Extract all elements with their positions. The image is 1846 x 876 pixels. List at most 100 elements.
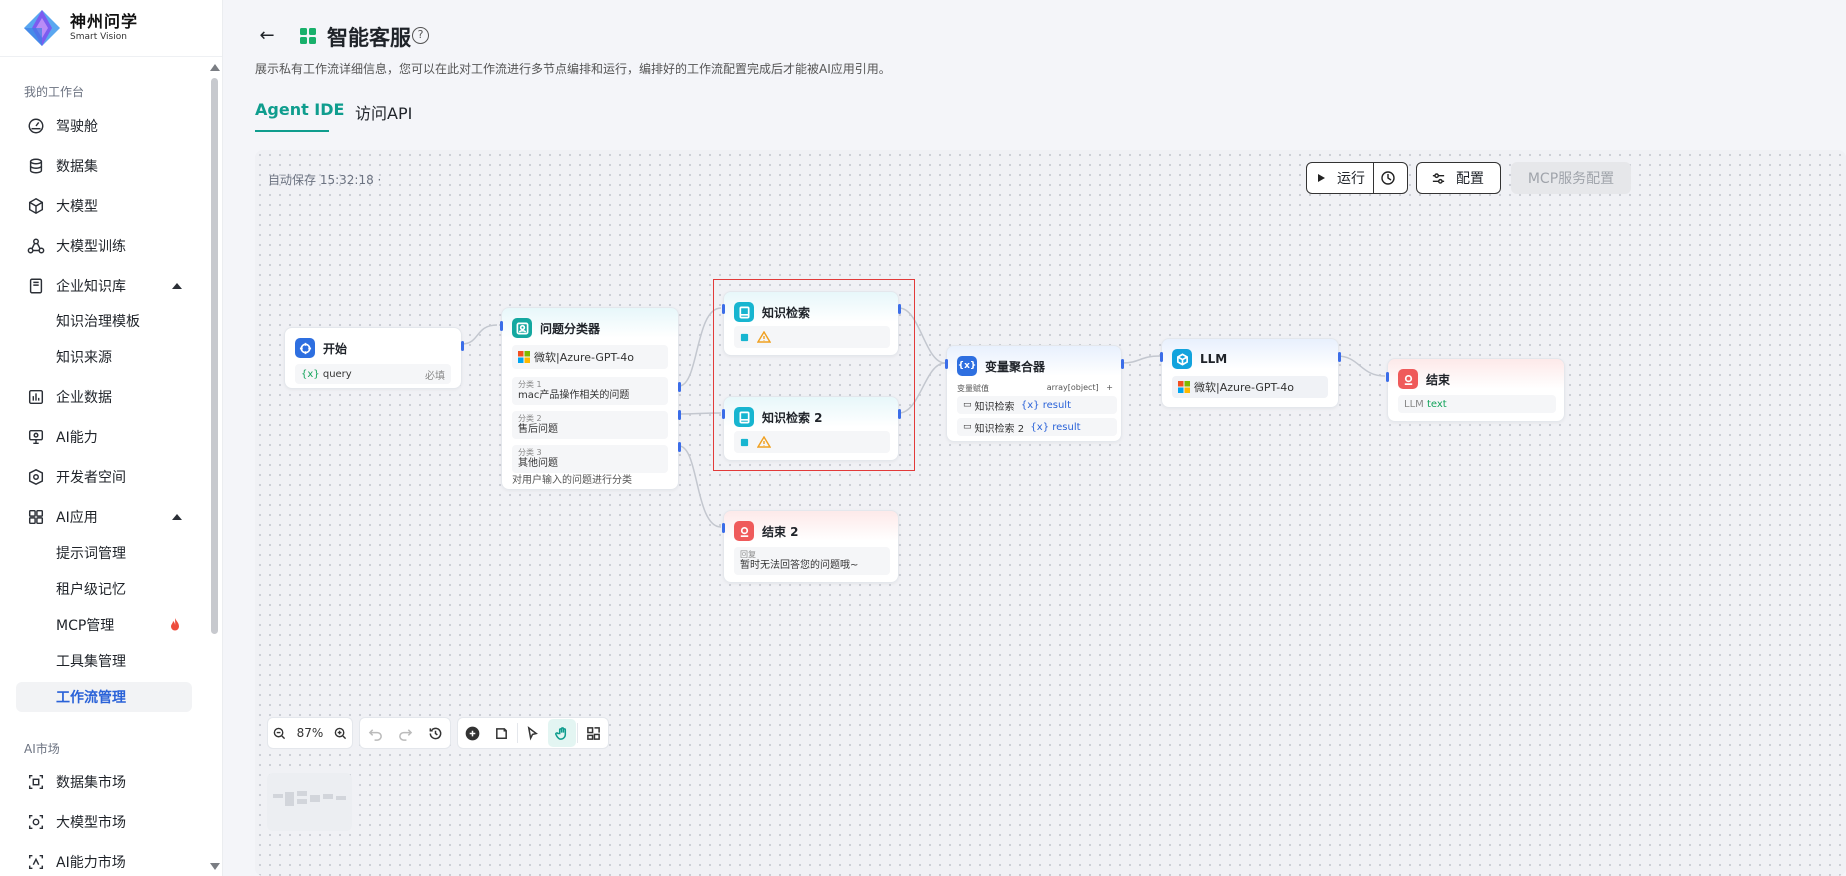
- sidebar-item-model-market[interactable]: 大模型市场: [16, 806, 192, 838]
- tab-agent-ide[interactable]: Agent IDE: [255, 100, 344, 119]
- section-title-market: AI市场: [24, 742, 60, 756]
- class-text: 其他问题: [518, 457, 558, 469]
- pointer-icon[interactable]: [519, 719, 547, 747]
- node-classifier[interactable]: 问题分类器 微软|Azure-GPT-4o 分类 1 mac产品操作相关的问题 分…: [500, 307, 681, 490]
- sidebar-item-toolset[interactable]: 工具集管理: [16, 646, 192, 676]
- sidebar-item-llm-training[interactable]: 大模型训练: [16, 230, 192, 262]
- required-tag: 必填: [425, 370, 445, 382]
- workflow-canvas[interactable]: 自动保存 15:32:18 · 运行 配置 MCP服务配置 开始 {x} que…: [255, 150, 1846, 876]
- variable-icon: {x}: [301, 368, 320, 380]
- monitor-icon: [26, 427, 46, 447]
- zoom-level[interactable]: 87%: [297, 726, 324, 740]
- node-end[interactable]: 结束 LLM text: [1386, 358, 1565, 422]
- sidebar-item-ai-apps[interactable]: AI应用: [16, 501, 192, 533]
- input-port[interactable]: [500, 321, 503, 331]
- cube-icon: [26, 196, 46, 216]
- sidebar-item-ai-market[interactable]: AI能力市场: [16, 846, 192, 876]
- apps-icon: [26, 507, 46, 527]
- input-port[interactable]: [945, 359, 948, 369]
- node-title: 变量聚合器: [985, 359, 1046, 374]
- toolbar-divider: [516, 723, 518, 743]
- back-arrow-icon[interactable]: ←: [255, 24, 279, 48]
- sidebar-item-knowledge[interactable]: 企业知识库: [16, 270, 192, 302]
- sidebar-item-knowledge-source[interactable]: 知识来源: [16, 342, 192, 372]
- node-title: LLM: [1200, 352, 1228, 366]
- variable-icon: {x}: [957, 356, 977, 376]
- redo-icon[interactable]: [391, 719, 419, 747]
- reply-label: 回复: [740, 549, 756, 559]
- agg-var: result: [1042, 399, 1072, 411]
- sidebar-item-label: AI能力市场: [56, 855, 126, 871]
- sidebar-item-label: 驾驶舱: [56, 119, 98, 135]
- fire-icon: [171, 618, 179, 631]
- output-port[interactable]: [678, 382, 681, 392]
- brand-logo[interactable]: 神州问学 Smart Vision: [22, 8, 138, 48]
- input-port[interactable]: [1160, 352, 1163, 362]
- output-port[interactable]: [1338, 352, 1341, 362]
- end-flag-icon: [1398, 369, 1418, 389]
- users-icon: [512, 318, 532, 338]
- node-title: 结束 2: [762, 524, 799, 539]
- sidebar-item-governance-template[interactable]: 知识治理模板: [16, 306, 192, 336]
- var-name: query: [322, 368, 352, 380]
- assign-label: 变量赋值: [957, 384, 989, 393]
- input-port[interactable]: [1386, 372, 1389, 382]
- sidebar-item-label: 企业知识库: [56, 279, 126, 295]
- auto-layout-icon[interactable]: [579, 719, 607, 747]
- zoom-out-icon[interactable]: [273, 727, 286, 740]
- reply-text: 暂时无法回答您的问题哦~: [740, 559, 859, 571]
- history-icon[interactable]: [421, 719, 449, 747]
- agg-source: 知识检索 2: [974, 423, 1025, 435]
- edge-llm-end: [1336, 355, 1386, 377]
- microsoft-logo-icon: [1178, 381, 1190, 393]
- input-port[interactable]: [722, 523, 725, 533]
- tab-active-underline: [255, 130, 329, 132]
- main-content: ← 智能客服 ? 展示私有工作流详细信息，您可以在此对工作流进行多节点编排和运行…: [223, 0, 1846, 876]
- sidebar-item-llm[interactable]: 大模型: [16, 190, 192, 222]
- microsoft-logo-icon: [518, 351, 530, 363]
- add-variable-button[interactable]: +: [1106, 383, 1113, 392]
- node-end-2[interactable]: 结束 2 回复 暂时无法回答您的问题哦~: [722, 510, 899, 583]
- node-llm[interactable]: LLM 微软|Azure-GPT-4o: [1160, 338, 1341, 408]
- knowledge-icon: [26, 276, 46, 296]
- app-grid-icon: [300, 28, 316, 44]
- sidebar-item-dataset-market[interactable]: 数据集市场: [16, 766, 192, 798]
- toolbar-divider: [577, 723, 579, 743]
- output-port[interactable]: [461, 341, 464, 351]
- output-port[interactable]: [678, 410, 681, 420]
- output-port[interactable]: [678, 442, 681, 452]
- scrollbar-thumb[interactable]: [211, 78, 218, 634]
- add-note-icon[interactable]: [488, 719, 516, 747]
- sidebar-item-enterprise-data[interactable]: 企业数据: [16, 381, 192, 413]
- sidebar-item-ai-capability[interactable]: AI能力: [16, 421, 192, 453]
- output-port[interactable]: [1121, 359, 1124, 369]
- sidebar-item-label: 数据集市场: [56, 775, 126, 791]
- sidebar-item-cockpit[interactable]: 驾驶舱: [16, 110, 192, 142]
- sidebar-item-tenant-memory[interactable]: 租户级记忆: [16, 574, 192, 604]
- book-icon: ▭: [963, 422, 972, 432]
- output-var: text: [1426, 398, 1447, 410]
- node-title: 开始: [323, 341, 348, 356]
- history-toolbar: [359, 717, 451, 749]
- sidebar-item-dataset[interactable]: 数据集: [16, 150, 192, 182]
- hand-icon[interactable]: [548, 719, 577, 747]
- sidebar-item-prompt[interactable]: 提示词管理: [16, 538, 192, 568]
- undo-icon[interactable]: [361, 719, 389, 747]
- zoom-in-icon[interactable]: [334, 727, 347, 740]
- sidebar-divider: [0, 56, 222, 57]
- node-variable-aggregator[interactable]: {x} 变量聚合器 变量赋值 array[object] + ▭ 知识检索 {x} r…: [945, 345, 1124, 442]
- scroll-down-icon[interactable]: [210, 863, 220, 870]
- help-icon[interactable]: ?: [412, 27, 429, 44]
- node-start[interactable]: 开始 {x} query 必填: [284, 327, 464, 389]
- node-description: 对用户输入的问题进行分类: [512, 475, 632, 486]
- sidebar-scrollbar[interactable]: [208, 60, 220, 874]
- sidebar-item-workflow[interactable]: 工作流管理: [16, 682, 192, 712]
- tab-api[interactable]: 访问API: [355, 100, 412, 124]
- sidebar-item-mcp[interactable]: MCP管理: [16, 610, 192, 640]
- ai-market-icon: [26, 852, 46, 872]
- add-node-icon[interactable]: [459, 719, 487, 747]
- node-title: 结束: [1426, 372, 1451, 387]
- scroll-up-icon[interactable]: [210, 64, 220, 71]
- minimap[interactable]: [267, 773, 352, 831]
- sidebar-item-developer-space[interactable]: 开发者空间: [16, 461, 192, 493]
